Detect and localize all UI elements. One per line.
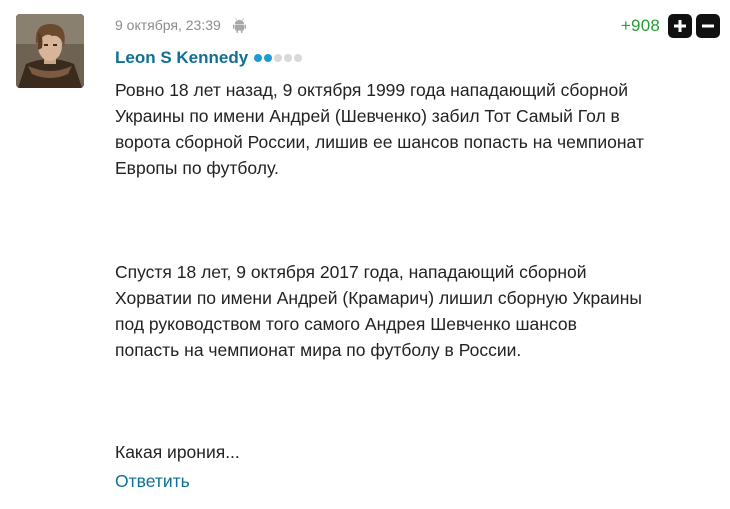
comment-paragraph: Спустя 18 лет, 9 октября 2017 года, напа… xyxy=(115,262,642,360)
author-row: Leon S Kennedy xyxy=(115,46,303,70)
comment-paragraph: Ровно 18 лет назад, 9 октября 1999 года … xyxy=(115,80,644,178)
reply-link[interactable]: Ответить xyxy=(115,471,190,492)
upvote-button[interactable] xyxy=(668,14,692,38)
rating-value: +908 xyxy=(620,16,660,35)
user-level-dots xyxy=(254,54,303,62)
comment-meta: 9 октября, 23:39 xyxy=(115,15,246,35)
level-dot-empty xyxy=(284,54,293,62)
android-icon xyxy=(232,17,246,33)
minus-icon xyxy=(702,24,714,28)
user-avatar[interactable] xyxy=(16,14,84,88)
comment-timestamp: 9 октября, 23:39 xyxy=(115,17,221,33)
level-dot-filled xyxy=(264,54,273,62)
downvote-button[interactable] xyxy=(696,14,720,38)
comment-body: Ровно 18 лет назад, 9 октября 1999 года … xyxy=(115,77,720,465)
level-dot-empty xyxy=(294,54,303,62)
plus-icon xyxy=(674,20,686,32)
avatar-image xyxy=(16,14,84,88)
comment: 9 октября, 23:39 +908 Leon S Kennedy Ров… xyxy=(0,0,730,509)
level-dot-empty xyxy=(274,54,283,62)
author-name[interactable]: Leon S Kennedy xyxy=(115,48,248,68)
comment-rating: +908 xyxy=(621,14,720,38)
comment-paragraph: Какая ирония... xyxy=(115,442,240,462)
level-dot-filled xyxy=(254,54,263,62)
